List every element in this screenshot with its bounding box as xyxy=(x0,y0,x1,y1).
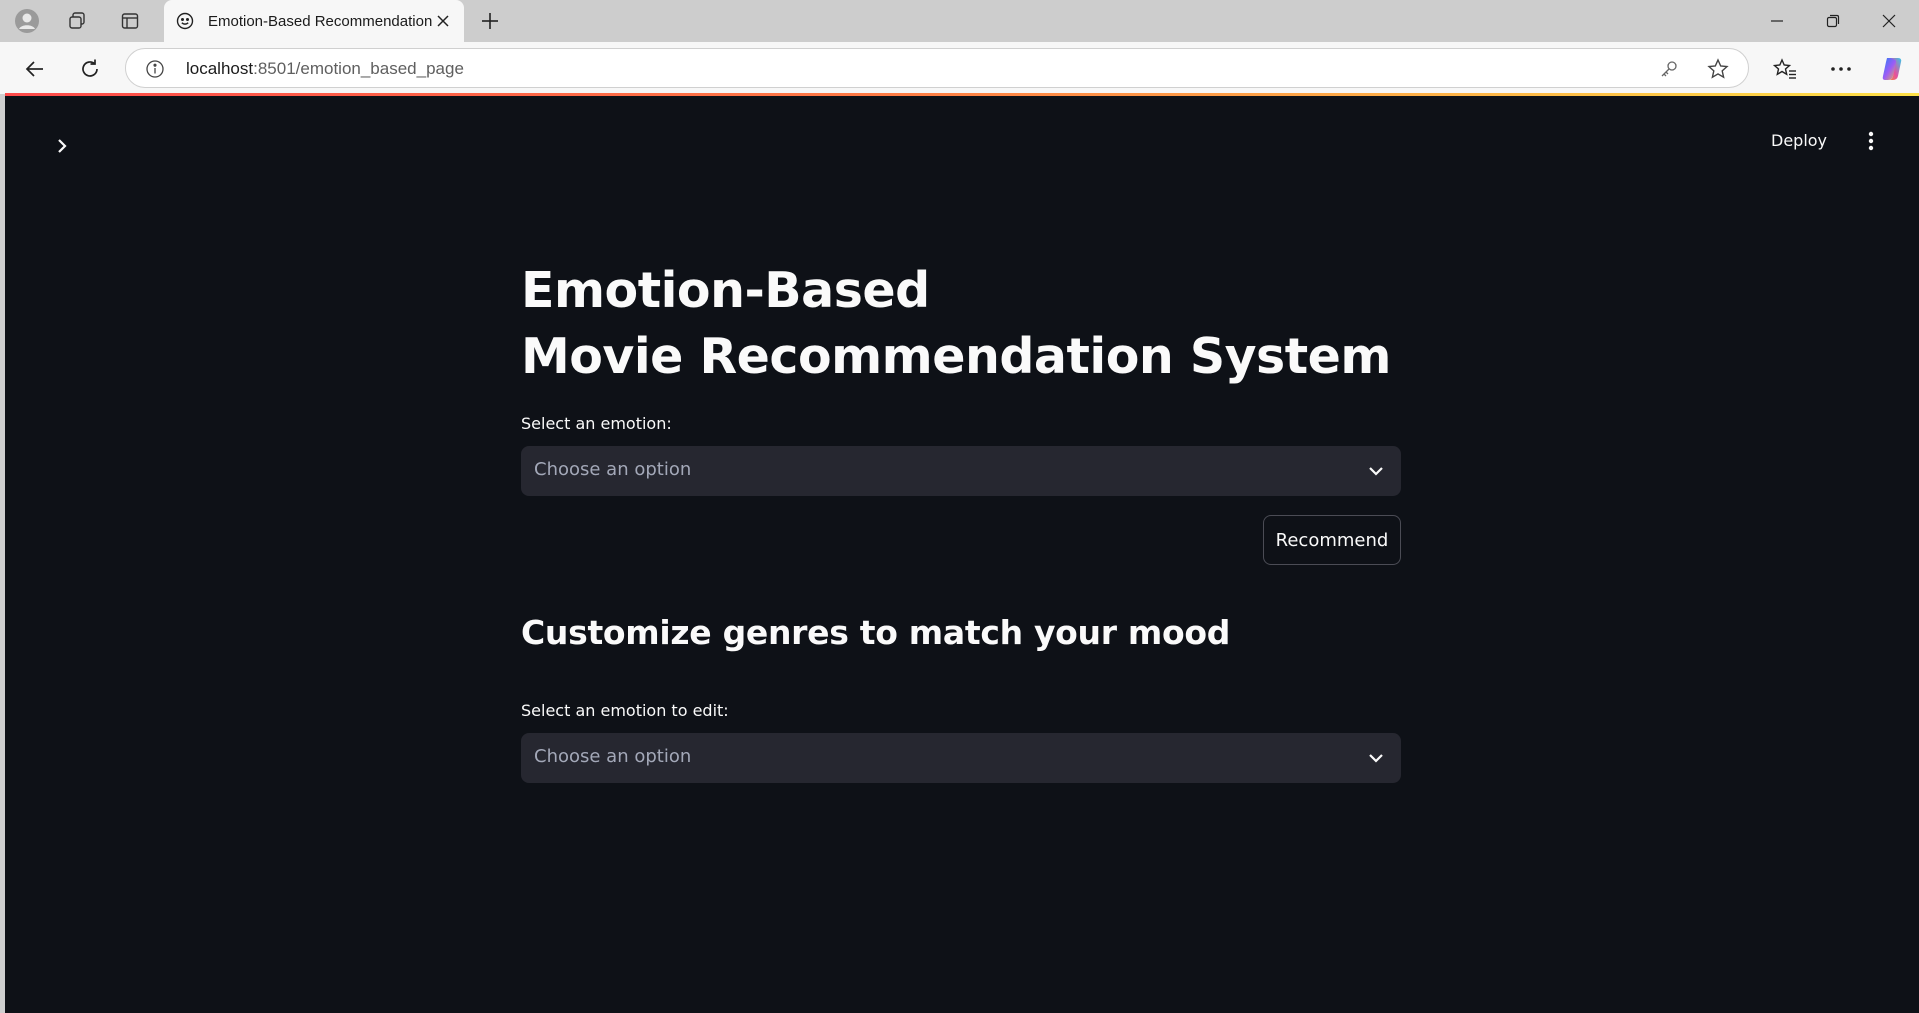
chevron-down-icon[interactable] xyxy=(1365,747,1387,769)
info-icon[interactable] xyxy=(144,58,166,80)
browser-tab-active[interactable]: Emotion-Based Recommendation xyxy=(164,0,464,42)
emotion-select-placeholder: Choose an option xyxy=(534,459,692,480)
refresh-icon[interactable] xyxy=(75,54,105,84)
workspaces-icon[interactable] xyxy=(63,7,91,35)
window-close-icon[interactable] xyxy=(1861,0,1917,42)
copilot-icon[interactable] xyxy=(1878,54,1908,84)
more-icon[interactable] xyxy=(1826,54,1856,84)
chevron-down-icon[interactable] xyxy=(1365,460,1387,482)
tab-title: Emotion-Based Recommendation xyxy=(208,12,433,30)
edit-select-label: Select an emotion to edit: xyxy=(521,701,729,720)
minimize-icon[interactable] xyxy=(1749,0,1805,42)
app-view: Deploy Emotion-Based Movie Recommendatio… xyxy=(5,96,1919,1013)
tab-actions-icon[interactable] xyxy=(116,7,144,35)
section-title: Customize genres to match your mood xyxy=(521,613,1231,652)
profile-icon[interactable] xyxy=(13,7,41,35)
deploy-button[interactable]: Deploy xyxy=(1771,127,1827,155)
url-host: localhost xyxy=(186,59,254,78)
emotion-select-label: Select an emotion: xyxy=(521,414,672,433)
emotion-select[interactable]: Choose an option xyxy=(521,446,1401,496)
edit-select-placeholder: Choose an option xyxy=(534,746,692,767)
back-icon[interactable] xyxy=(20,54,50,84)
restore-icon[interactable] xyxy=(1805,0,1861,42)
favorites-icon[interactable] xyxy=(1770,54,1800,84)
recommend-button[interactable]: Recommend xyxy=(1263,515,1401,565)
edit-emotion-select[interactable]: Choose an option xyxy=(521,733,1401,783)
url-path: :8501/emotion_based_page xyxy=(253,59,464,78)
url-text: localhost:8501/emotion_based_page xyxy=(186,59,464,79)
page-title: Emotion-Based Movie Recommendation Syste… xyxy=(521,258,1401,390)
chevron-right-icon[interactable] xyxy=(47,131,77,161)
browser-titlebar: Emotion-Based Recommendation xyxy=(0,0,1919,42)
kebab-menu-icon[interactable] xyxy=(1857,127,1885,155)
smiley-favicon-icon xyxy=(174,10,196,32)
page-title-line2: Movie Recommendation System xyxy=(521,328,1391,385)
plus-icon[interactable] xyxy=(476,7,504,35)
url-field[interactable]: localhost:8501/emotion_based_page xyxy=(125,48,1749,88)
star-icon[interactable] xyxy=(1706,57,1730,81)
page-title-line1: Emotion-Based xyxy=(521,262,930,319)
address-bar: localhost:8501/emotion_based_page xyxy=(0,42,1919,94)
close-icon[interactable] xyxy=(432,10,454,32)
key-icon[interactable] xyxy=(1658,58,1680,80)
